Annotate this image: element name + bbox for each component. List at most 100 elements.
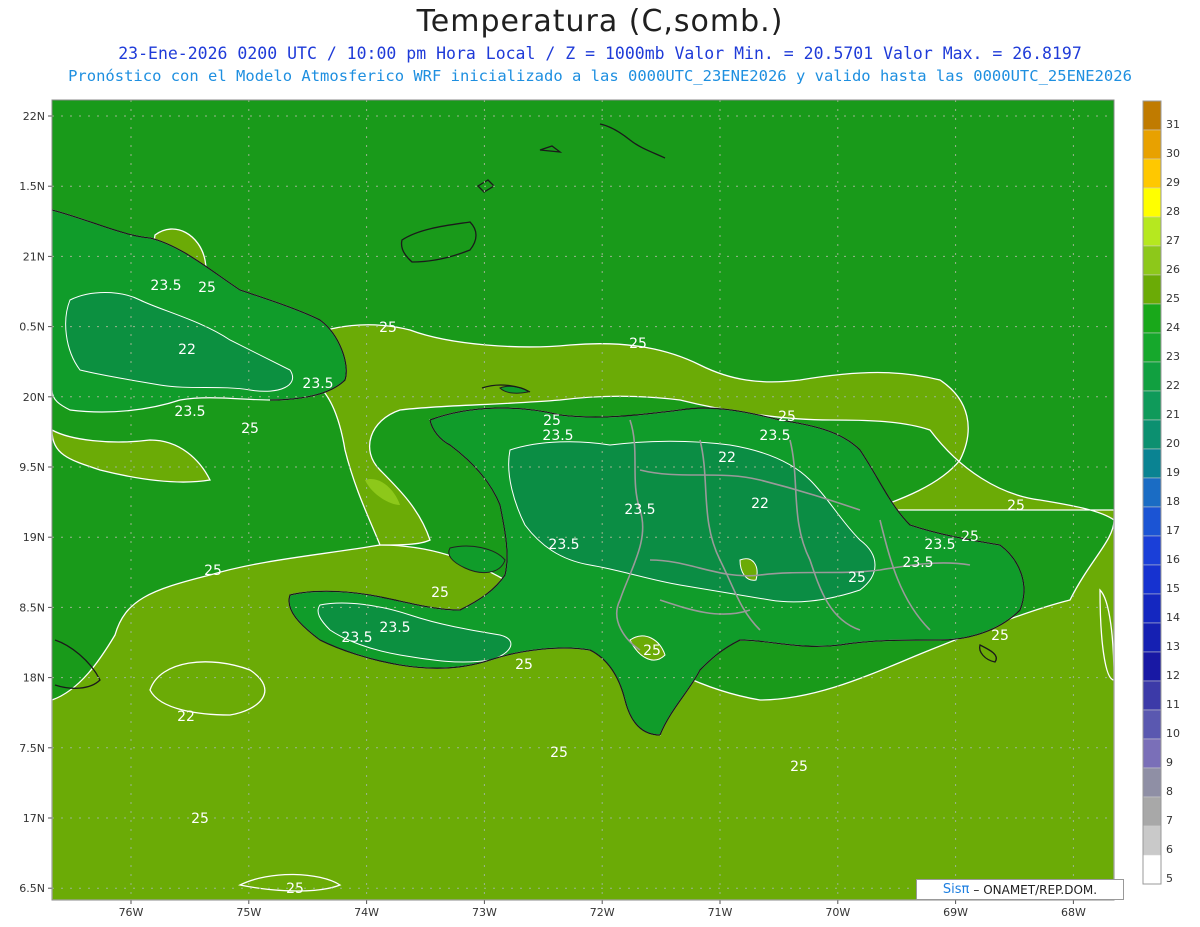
lat-label: 7.5N (19, 742, 45, 755)
legend-swatch (1142, 448, 1162, 479)
legend-label: 26 (1166, 263, 1180, 276)
lat-label: 6.5N (19, 882, 45, 895)
contour-label: 23.5 (379, 620, 410, 636)
lat-label: 18N (23, 672, 45, 685)
lon-label: 71W (708, 906, 733, 919)
contour-label: 25 (286, 881, 304, 897)
contour-label: 22 (178, 342, 196, 358)
lat-label: 19N (23, 531, 45, 544)
contour-label: 25 (848, 570, 866, 586)
legend-label: 15 (1166, 582, 1180, 595)
legend-label: 29 (1166, 176, 1180, 189)
legend-swatch (1142, 651, 1162, 682)
legend-swatch (1142, 680, 1162, 711)
legend-label: 10 (1166, 727, 1180, 740)
legend-swatch (1142, 216, 1162, 247)
legend-label: 27 (1166, 234, 1180, 247)
legend-label: 16 (1166, 553, 1180, 566)
lat-label: 22N (23, 110, 45, 123)
contour-label: 22 (751, 496, 769, 512)
legend-label: 17 (1166, 524, 1180, 537)
lat-label: 17N (23, 812, 45, 825)
lon-label: 74W (354, 906, 379, 919)
credit-brand: Sisπ (942, 882, 970, 897)
legend-swatch (1142, 419, 1162, 450)
contour-label: 22 (718, 450, 736, 466)
contour-label: 25 (379, 320, 397, 336)
legend-label: 13 (1166, 640, 1180, 653)
legend-swatch (1142, 129, 1162, 160)
legend-label: 22 (1166, 379, 1180, 392)
contour-label: 25 (790, 759, 808, 775)
legend-swatch (1142, 564, 1162, 595)
contour-label: 23.5 (542, 428, 573, 444)
legend-swatch (1142, 274, 1162, 305)
legend-label: 6 (1166, 843, 1173, 856)
legend-label: 14 (1166, 611, 1180, 624)
legend-swatch (1142, 767, 1162, 798)
legend-label: 28 (1166, 205, 1180, 218)
lon-label: 76W (119, 906, 144, 919)
legend-label: 20 (1166, 437, 1180, 450)
legend-swatch (1142, 390, 1162, 421)
legend-label: 5 (1166, 872, 1173, 885)
contour-label: 23.5 (174, 404, 205, 420)
contour-label: 23.5 (759, 428, 790, 444)
contour-label: 23.5 (624, 502, 655, 518)
legend-label: 8 (1166, 785, 1173, 798)
legend-label: 24 (1166, 321, 1180, 334)
lat-label: 9.5N (19, 461, 45, 474)
contour-label: 23.5 (341, 630, 372, 646)
credit-box: Sisπ – ONAMET/REP.DOM. (916, 879, 1124, 900)
legend-label: 31 (1166, 118, 1180, 131)
contour-label: 25 (991, 628, 1009, 644)
legend-swatch (1142, 303, 1162, 334)
legend-swatch (1142, 535, 1162, 566)
lon-label: 69W (943, 906, 968, 919)
contour-label: 25 (543, 413, 561, 429)
contour-label: 25 (629, 336, 647, 352)
color-legend: 31 30 29 28 27 26 25 24 23 22 21 20 19 18 17 16 15 14 13 12… (1142, 100, 1180, 885)
legend-label: 30 (1166, 147, 1180, 160)
legend-label: 21 (1166, 408, 1180, 421)
contour-label: 25 (961, 529, 979, 545)
contour-label: 23.5 (150, 278, 181, 294)
contour-label: 25 (643, 643, 661, 659)
lon-label: 73W (472, 906, 497, 919)
lon-label: 75W (236, 906, 261, 919)
lat-label: 8.5N (19, 601, 45, 614)
legend-swatch (1142, 593, 1162, 624)
legend-swatch (1142, 477, 1162, 508)
legend-swatch (1142, 709, 1162, 740)
lon-label: 72W (590, 906, 615, 919)
lat-label: 20N (23, 391, 45, 404)
contour-label: 23.5 (902, 555, 933, 571)
contour-label: 25 (431, 585, 449, 601)
contour-label: 23.5 (924, 537, 955, 553)
lon-label: 70W (825, 906, 850, 919)
legend-swatch (1142, 158, 1162, 189)
legend-swatch (1142, 854, 1162, 885)
legend-swatch (1142, 245, 1162, 276)
contour-label: 23.5 (302, 376, 333, 392)
legend-label: 9 (1166, 756, 1173, 769)
legend-label: 23 (1166, 350, 1180, 363)
contour-label: 25 (198, 280, 216, 296)
legend-swatch (1142, 622, 1162, 653)
legend-label: 25 (1166, 292, 1180, 305)
contour-label: 25 (778, 409, 796, 425)
contour-label: 25 (191, 811, 209, 827)
lat-label: 21N (23, 250, 45, 263)
contour-label: 25 (241, 421, 259, 437)
contour-label: 25 (1007, 498, 1025, 514)
legend-swatch (1142, 506, 1162, 537)
legend-swatch (1142, 796, 1162, 827)
legend-label: 12 (1166, 669, 1180, 682)
contour-label: 23.5 (548, 537, 579, 553)
contour-label: 25 (204, 563, 222, 579)
temperature-map: 22N 1.5N 21N 0.5N 20N 9.5N 19N 8.5N 18N 7.5N 17N 6.… (19, 99, 1180, 919)
contour-label: 25 (550, 745, 568, 761)
lat-label: 0.5N (19, 321, 45, 334)
legend-swatch (1142, 825, 1162, 856)
legend-label: 19 (1166, 466, 1180, 479)
